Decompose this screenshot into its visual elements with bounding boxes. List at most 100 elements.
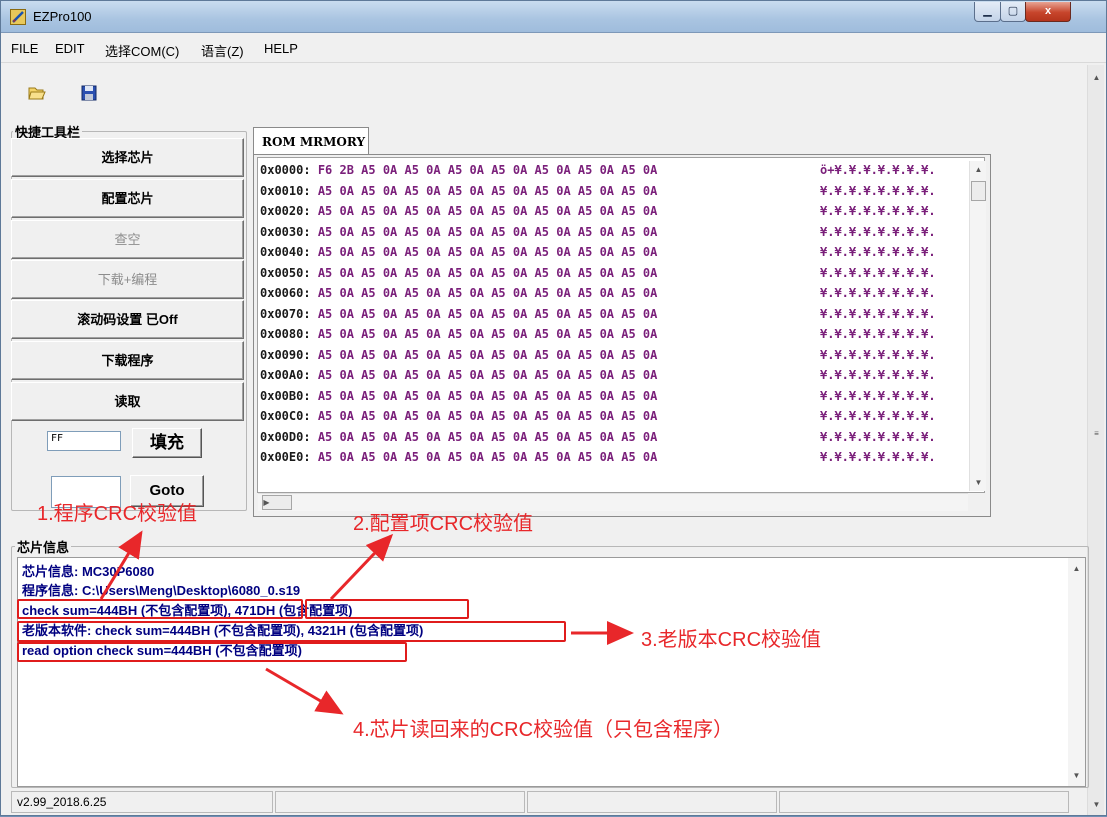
hex-address: 0x0070:	[260, 306, 311, 321]
hex-ascii: ¥.¥.¥.¥.¥.¥.¥.¥.	[820, 204, 936, 218]
annotation-label-1: 1.程序CRC校验值	[37, 503, 198, 525]
hex-ascii: ¥.¥.¥.¥.¥.¥.¥.¥.	[820, 368, 936, 382]
hex-bytes: A5 0A A5 0A A5 0A A5 0A A5 0A A5 0A A5 0…	[317, 204, 658, 218]
hex-address: 0x00B0:	[260, 388, 311, 403]
hex-ascii: ¥.¥.¥.¥.¥.¥.¥.¥.	[820, 183, 936, 198]
chip-info-legend: 芯片信息	[15, 537, 72, 556]
menu-help[interactable]: HELP	[264, 41, 298, 56]
hex-address: 0x0020:	[260, 204, 311, 218]
hex-address: 0x00E0:	[260, 450, 311, 464]
menu-select-com[interactable]: 选择COM(C)	[105, 41, 179, 60]
menu-file[interactable]: FILE	[11, 41, 38, 56]
select-chip-button[interactable]: 选择芯片	[11, 138, 244, 177]
hex-scroll-right-icon[interactable]: ▶	[258, 494, 275, 511]
menu-edit[interactable]: EDIT	[55, 41, 85, 56]
chip-info-textarea[interactable]: 芯片信息: MC30P6080 程序信息: C:\Users\Meng\Desk…	[17, 557, 1086, 787]
hex-address: 0x0000:	[260, 163, 311, 177]
status-cell-4	[779, 791, 1069, 813]
chip-scroll-down-icon[interactable]: ▼	[1068, 767, 1085, 784]
app-window: EZPro100 ▁ ▢ x FILE EDIT 选择COM(C) 语言(Z) …	[0, 0, 1107, 816]
hex-row: 0x0000: F6 2B A5 0A A5 0A A5 0A A5 0A A5…	[260, 160, 936, 180]
hex-vertical-scrollbar[interactable]: ▲ ▼	[969, 161, 986, 491]
status-cell-2	[275, 791, 525, 813]
hex-address: 0x0060:	[260, 286, 311, 300]
program-path-line: 程序信息: C:\Users\Meng\Desktop\6080_0.s19	[22, 583, 301, 598]
hex-address: 0x0090:	[260, 347, 311, 362]
tab-rom-memory[interactable]: ROM MRMORY	[253, 127, 369, 155]
maximize-button[interactable]: ▢	[1000, 2, 1026, 22]
hex-ascii: ¥.¥.¥.¥.¥.¥.¥.¥.	[820, 245, 936, 259]
rolling-code-button[interactable]: 滚动码设置 已Off	[11, 300, 244, 339]
config-chip-button[interactable]: 配置芯片	[11, 179, 244, 218]
hex-view[interactable]: 0x0000: F6 2B A5 0A A5 0A A5 0A A5 0A A5…	[257, 157, 985, 493]
hex-bytes: A5 0A A5 0A A5 0A A5 0A A5 0A A5 0A A5 0…	[317, 183, 658, 198]
scroll-down-icon[interactable]: ▼	[1088, 796, 1105, 813]
minimize-button[interactable]: ▁	[974, 2, 1001, 22]
hex-ascii: ¥.¥.¥.¥.¥.¥.¥.¥.	[820, 306, 936, 321]
menu-language[interactable]: 语言(Z)	[201, 41, 244, 60]
hex-row: 0x00B0: A5 0A A5 0A A5 0A A5 0A A5 0A A5…	[260, 386, 936, 406]
hex-ascii: ¥.¥.¥.¥.¥.¥.¥.¥.	[820, 347, 936, 362]
hex-scroll-thumb[interactable]	[971, 181, 986, 201]
hex-ascii: ¥.¥.¥.¥.¥.¥.¥.¥.	[820, 224, 936, 239]
hex-bytes: A5 0A A5 0A A5 0A A5 0A A5 0A A5 0A A5 0…	[317, 286, 658, 300]
download-button[interactable]: 下载程序	[11, 341, 244, 380]
toolbar	[1, 63, 1089, 115]
annotation-box-checksum	[17, 599, 303, 619]
scroll-grip-icon: ≡	[1094, 429, 1099, 438]
hex-row: 0x0020: A5 0A A5 0A A5 0A A5 0A A5 0A A5…	[260, 201, 936, 221]
status-bar: v2.99_2018.6.25	[11, 791, 1089, 813]
scroll-up-icon[interactable]: ▲	[1088, 69, 1105, 86]
floppy-save-icon[interactable]	[79, 83, 99, 103]
chip-name-line: 芯片信息: MC30P6080	[22, 564, 155, 579]
hex-bytes: A5 0A A5 0A A5 0A A5 0A A5 0A A5 0A A5 0…	[317, 245, 658, 259]
hex-ascii: ¥.¥.¥.¥.¥.¥.¥.¥.	[820, 450, 936, 464]
hex-bytes: A5 0A A5 0A A5 0A A5 0A A5 0A A5 0A A5 0…	[317, 265, 658, 280]
hex-ascii: ö+¥.¥.¥.¥.¥.¥.¥.	[820, 163, 936, 177]
window-title: EZPro100	[33, 9, 92, 24]
hex-bytes: A5 0A A5 0A A5 0A A5 0A A5 0A A5 0A A5 0…	[317, 306, 658, 321]
download-program-button[interactable]: 下载+编程	[11, 260, 244, 299]
hex-scroll-down-icon[interactable]: ▼	[970, 474, 987, 491]
hex-address: 0x00D0:	[260, 429, 311, 444]
hex-row: 0x0030: A5 0A A5 0A A5 0A A5 0A A5 0A A5…	[260, 222, 936, 242]
hex-ascii: ¥.¥.¥.¥.¥.¥.¥.¥.	[820, 409, 936, 423]
hex-ascii: ¥.¥.¥.¥.¥.¥.¥.¥.	[820, 327, 936, 341]
folder-open-icon[interactable]	[27, 83, 47, 103]
hex-ascii: ¥.¥.¥.¥.¥.¥.¥.¥.	[820, 286, 936, 300]
annotation-label-3: 3.老版本CRC校验值	[641, 629, 822, 651]
fill-button[interactable]: 填充	[132, 428, 202, 458]
hex-ascii: ¥.¥.¥.¥.¥.¥.¥.¥.	[820, 429, 936, 444]
title-bar[interactable]: EZPro100 ▁ ▢ x	[1, 1, 1106, 33]
hex-row: 0x00C0: A5 0A A5 0A A5 0A A5 0A A5 0A A5…	[260, 406, 936, 426]
hex-bytes: F6 2B A5 0A A5 0A A5 0A A5 0A A5 0A A5 0…	[317, 163, 658, 177]
chip-info-scrollbar[interactable]: ▲ ▼	[1068, 558, 1085, 786]
blank-check-button[interactable]: 查空	[11, 220, 244, 259]
hex-ascii: ¥.¥.¥.¥.¥.¥.¥.¥.	[820, 265, 936, 280]
status-version: v2.99_2018.6.25	[11, 791, 273, 813]
hex-row: 0x0050: A5 0A A5 0A A5 0A A5 0A A5 0A A5…	[260, 263, 936, 283]
hex-address: 0x0040:	[260, 245, 311, 259]
hex-row: 0x0060: A5 0A A5 0A A5 0A A5 0A A5 0A A5…	[260, 283, 936, 303]
hex-row: 0x0080: A5 0A A5 0A A5 0A A5 0A A5 0A A5…	[260, 324, 936, 344]
hex-address: 0x0010:	[260, 183, 311, 198]
close-button[interactable]: x	[1025, 2, 1071, 22]
hex-bytes: A5 0A A5 0A A5 0A A5 0A A5 0A A5 0A A5 0…	[317, 429, 658, 444]
annotation-label-4: 4.芯片读回来的CRC校验值（只包含程序）	[353, 719, 734, 741]
hex-row: 0x0070: A5 0A A5 0A A5 0A A5 0A A5 0A A5…	[260, 304, 936, 324]
annotation-box-read-option	[17, 642, 407, 662]
hex-address: 0x0030:	[260, 224, 311, 239]
annotation-box-old-version	[17, 621, 566, 642]
chip-scroll-up-icon[interactable]: ▲	[1068, 560, 1085, 577]
hex-scroll-up-icon[interactable]: ▲	[970, 161, 987, 178]
hex-ascii: ¥.¥.¥.¥.¥.¥.¥.¥.	[820, 388, 936, 403]
window-scrollbar[interactable]: ▲ ≡ ▼	[1087, 65, 1104, 815]
fill-value-input[interactable]: FF	[47, 431, 121, 451]
hex-bytes: A5 0A A5 0A A5 0A A5 0A A5 0A A5 0A A5 0…	[317, 368, 658, 382]
hex-row: 0x0010: A5 0A A5 0A A5 0A A5 0A A5 0A A5…	[260, 181, 936, 201]
menu-bar: FILE EDIT 选择COM(C) 语言(Z) HELP	[1, 33, 1106, 63]
hex-row: 0x0090: A5 0A A5 0A A5 0A A5 0A A5 0A A5…	[260, 345, 936, 365]
hex-row: 0x00A0: A5 0A A5 0A A5 0A A5 0A A5 0A A5…	[260, 365, 936, 385]
read-button[interactable]: 读取	[11, 382, 244, 421]
hex-row: 0x0040: A5 0A A5 0A A5 0A A5 0A A5 0A A5…	[260, 242, 936, 262]
